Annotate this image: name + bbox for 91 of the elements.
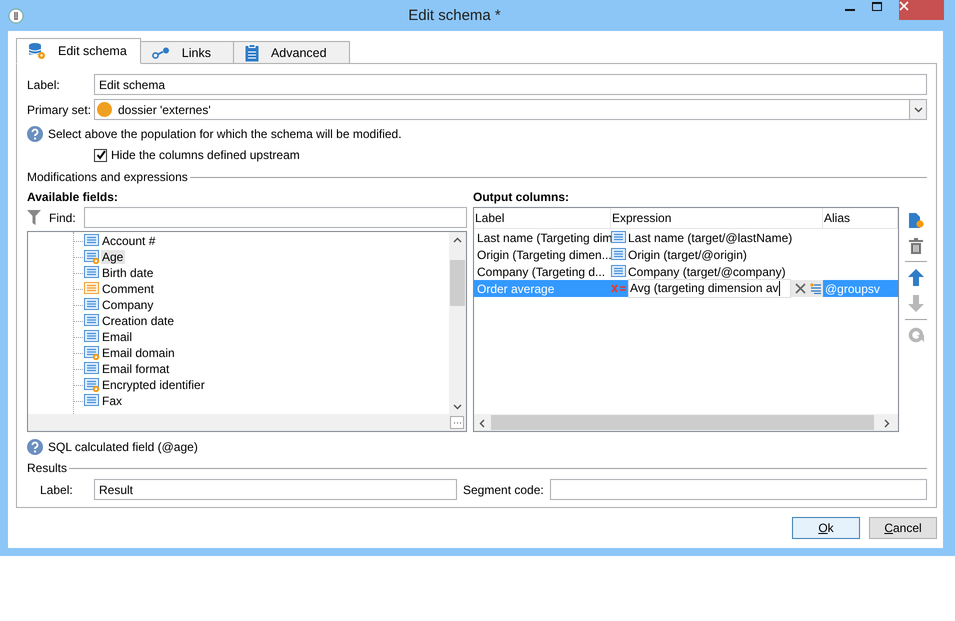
arrow-up-icon[interactable] bbox=[908, 269, 924, 286]
field-label: Primary set: bbox=[27, 102, 92, 116]
checkbox[interactable] bbox=[94, 148, 107, 162]
grid-cell-text: @groupsv bbox=[824, 282, 881, 296]
list-field-icon bbox=[84, 314, 100, 328]
close-icon bbox=[899, 1, 909, 11]
scroll-left-icon[interactable] bbox=[479, 419, 485, 428]
dialog-button[interactable]: Ok bbox=[792, 517, 860, 539]
add-column-icon[interactable] bbox=[908, 212, 924, 229]
link-icon bbox=[152, 46, 170, 58]
section-heading: Output columns: bbox=[473, 190, 570, 204]
text-field[interactable]: Edit schema bbox=[94, 74, 927, 95]
text-field[interactable] bbox=[550, 479, 927, 500]
minimize-icon bbox=[845, 8, 855, 11]
scrollbar[interactable] bbox=[474, 414, 898, 431]
clipboard-icon bbox=[244, 44, 259, 62]
grid-cell-text: Order average bbox=[476, 282, 556, 296]
grid-cell: Last name (target/@lastName) bbox=[628, 230, 792, 244]
scroll-thumb[interactable] bbox=[491, 415, 874, 430]
grid-cell: Company (target/@company) bbox=[628, 264, 786, 278]
find-field[interactable] bbox=[84, 207, 467, 228]
field-label: Label: bbox=[39, 482, 74, 496]
tree-item[interactable]: Account # bbox=[101, 234, 158, 248]
calculated-field-icon bbox=[84, 378, 100, 392]
tree-item[interactable]: Encrypted identifier bbox=[101, 378, 207, 392]
grid-row[interactable]: Origin (Targeting dimen... Origin (target/@origin) bbox=[474, 246, 898, 263]
tree-item[interactable]: Email format bbox=[101, 362, 172, 376]
grid-row[interactable]: Company (Targeting d... Company (target/@company) bbox=[474, 263, 898, 280]
window-title: Edit schema * bbox=[407, 7, 502, 24]
maximize-icon bbox=[872, 2, 882, 11]
tree-item[interactable]: Fax bbox=[101, 394, 124, 408]
list-field-icon bbox=[611, 248, 627, 262]
help-icon bbox=[27, 126, 43, 142]
trash-icon[interactable] bbox=[909, 238, 923, 254]
close-button[interactable] bbox=[899, 0, 944, 20]
expression-input[interactable]: Avg (targeting dimension av bbox=[628, 278, 791, 298]
field-label: Find: bbox=[49, 210, 76, 224]
scroll-up-icon[interactable] bbox=[453, 237, 462, 243]
field-label: Segment code: bbox=[463, 482, 544, 496]
grid-cell-text: Origin (Targeting dimen... bbox=[476, 248, 611, 262]
database-gear-icon bbox=[28, 42, 46, 60]
section-heading: Available fields: bbox=[27, 190, 119, 204]
grid-cell-text: Company (Targeting d... bbox=[476, 264, 606, 278]
tree-item[interactable]: Company bbox=[101, 298, 156, 312]
formula-icon bbox=[611, 282, 627, 294]
folder-dot-icon bbox=[97, 102, 112, 117]
tree-item[interactable]: Age bbox=[101, 250, 126, 264]
list-field-icon bbox=[84, 266, 100, 280]
column-header[interactable]: Alias bbox=[823, 208, 898, 228]
info-text: Select above the population for which the schema will be modified. bbox=[48, 127, 402, 141]
tree-item[interactable]: Email bbox=[101, 330, 134, 344]
list-field-icon bbox=[84, 394, 100, 408]
tab[interactable]: Links bbox=[140, 41, 234, 64]
grid-row[interactable]: Order average Avg (targeting dimension av @groupsv bbox=[474, 280, 898, 297]
clear-icon[interactable] bbox=[795, 283, 806, 294]
chevron-down-icon bbox=[914, 106, 922, 112]
memo-field-icon bbox=[84, 282, 100, 296]
scrollbar[interactable] bbox=[449, 232, 466, 414]
tree-item[interactable]: Email domain bbox=[101, 346, 177, 360]
calculated-field-icon bbox=[84, 346, 100, 360]
dialog-button[interactable]: Cancel bbox=[869, 517, 937, 539]
section-title: Modifications and expressions bbox=[27, 170, 188, 184]
tree-item[interactable]: Creation date bbox=[101, 314, 176, 328]
tab[interactable]: Edit schema bbox=[16, 38, 141, 64]
calculated-field-icon bbox=[84, 250, 100, 264]
list-field-icon bbox=[84, 234, 100, 248]
list-field-icon bbox=[84, 362, 100, 376]
scroll-right-icon[interactable] bbox=[884, 419, 890, 428]
app-icon bbox=[8, 8, 24, 24]
info-text: SQL calculated field (@age) bbox=[48, 440, 198, 454]
help-icon bbox=[27, 439, 43, 455]
text-field[interactable]: Result bbox=[94, 479, 457, 500]
scroll-thumb[interactable] bbox=[450, 260, 465, 306]
tab[interactable]: Advanced bbox=[232, 41, 350, 64]
section-title: Results bbox=[27, 461, 68, 475]
filter-icon bbox=[27, 210, 41, 225]
list-field-icon bbox=[611, 264, 627, 278]
list-field-icon bbox=[611, 230, 627, 244]
tree-item[interactable]: Birth date bbox=[101, 266, 156, 280]
tree-item[interactable]: Comment bbox=[101, 282, 156, 296]
dropdown[interactable]: dossier 'externes' bbox=[94, 99, 927, 120]
scroll-down-icon[interactable] bbox=[453, 404, 462, 410]
list-field-icon bbox=[84, 298, 100, 312]
column-header[interactable]: Label bbox=[474, 208, 611, 228]
column-header[interactable]: Expression bbox=[611, 208, 823, 228]
field-label: Label: bbox=[27, 78, 61, 92]
list-field-icon bbox=[84, 330, 100, 344]
more-icon[interactable] bbox=[450, 416, 464, 429]
checkbox-label: Hide the columns defined upstream bbox=[111, 148, 300, 162]
grid-cell: Origin (target/@origin) bbox=[628, 248, 747, 262]
expression-editor-icon[interactable] bbox=[810, 283, 821, 294]
